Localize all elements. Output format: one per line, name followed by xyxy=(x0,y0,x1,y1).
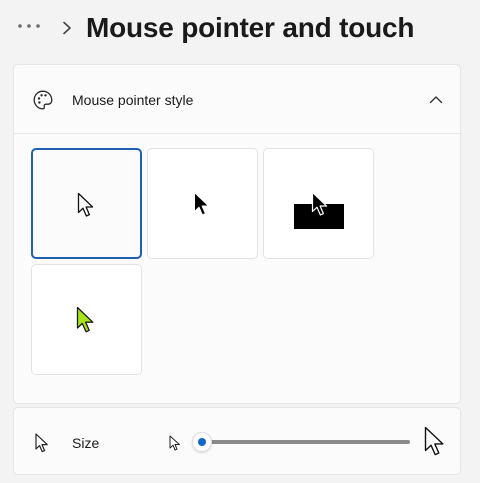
black-pointer-icon xyxy=(194,192,210,216)
chevron-up-icon[interactable] xyxy=(426,90,446,110)
palette-icon xyxy=(33,90,53,110)
mouse-pointer-style-card: Mouse pointer style xyxy=(13,64,461,404)
inverted-pointer-icon xyxy=(294,191,344,229)
pointer-style-black-option[interactable] xyxy=(147,148,258,259)
pointer-size-icon xyxy=(35,433,48,453)
divider xyxy=(14,133,460,134)
custom-color-pointer-icon xyxy=(76,306,94,333)
pointer-style-white-option[interactable] xyxy=(31,148,142,259)
pointer-style-inverted-option[interactable] xyxy=(263,148,374,259)
white-pointer-icon xyxy=(77,192,94,217)
pointer-style-custom-option[interactable] xyxy=(31,264,142,375)
page-header: Mouse pointer and touch xyxy=(0,0,480,56)
chevron-right-icon xyxy=(60,16,74,40)
page-title: Mouse pointer and touch xyxy=(86,12,415,43)
large-pointer-icon xyxy=(424,426,444,456)
pointer-size-slider[interactable] xyxy=(192,430,414,454)
mouse-pointer-style-label: Mouse pointer style xyxy=(72,92,194,108)
pointer-size-card: Size xyxy=(13,407,461,475)
more-horizontal-icon[interactable] xyxy=(16,14,42,38)
small-pointer-icon xyxy=(169,435,180,451)
mouse-pointer-style-expander[interactable]: Mouse pointer style xyxy=(14,65,460,133)
slider-track xyxy=(200,440,410,444)
size-label: Size xyxy=(72,435,100,451)
slider-thumb[interactable] xyxy=(192,432,212,452)
